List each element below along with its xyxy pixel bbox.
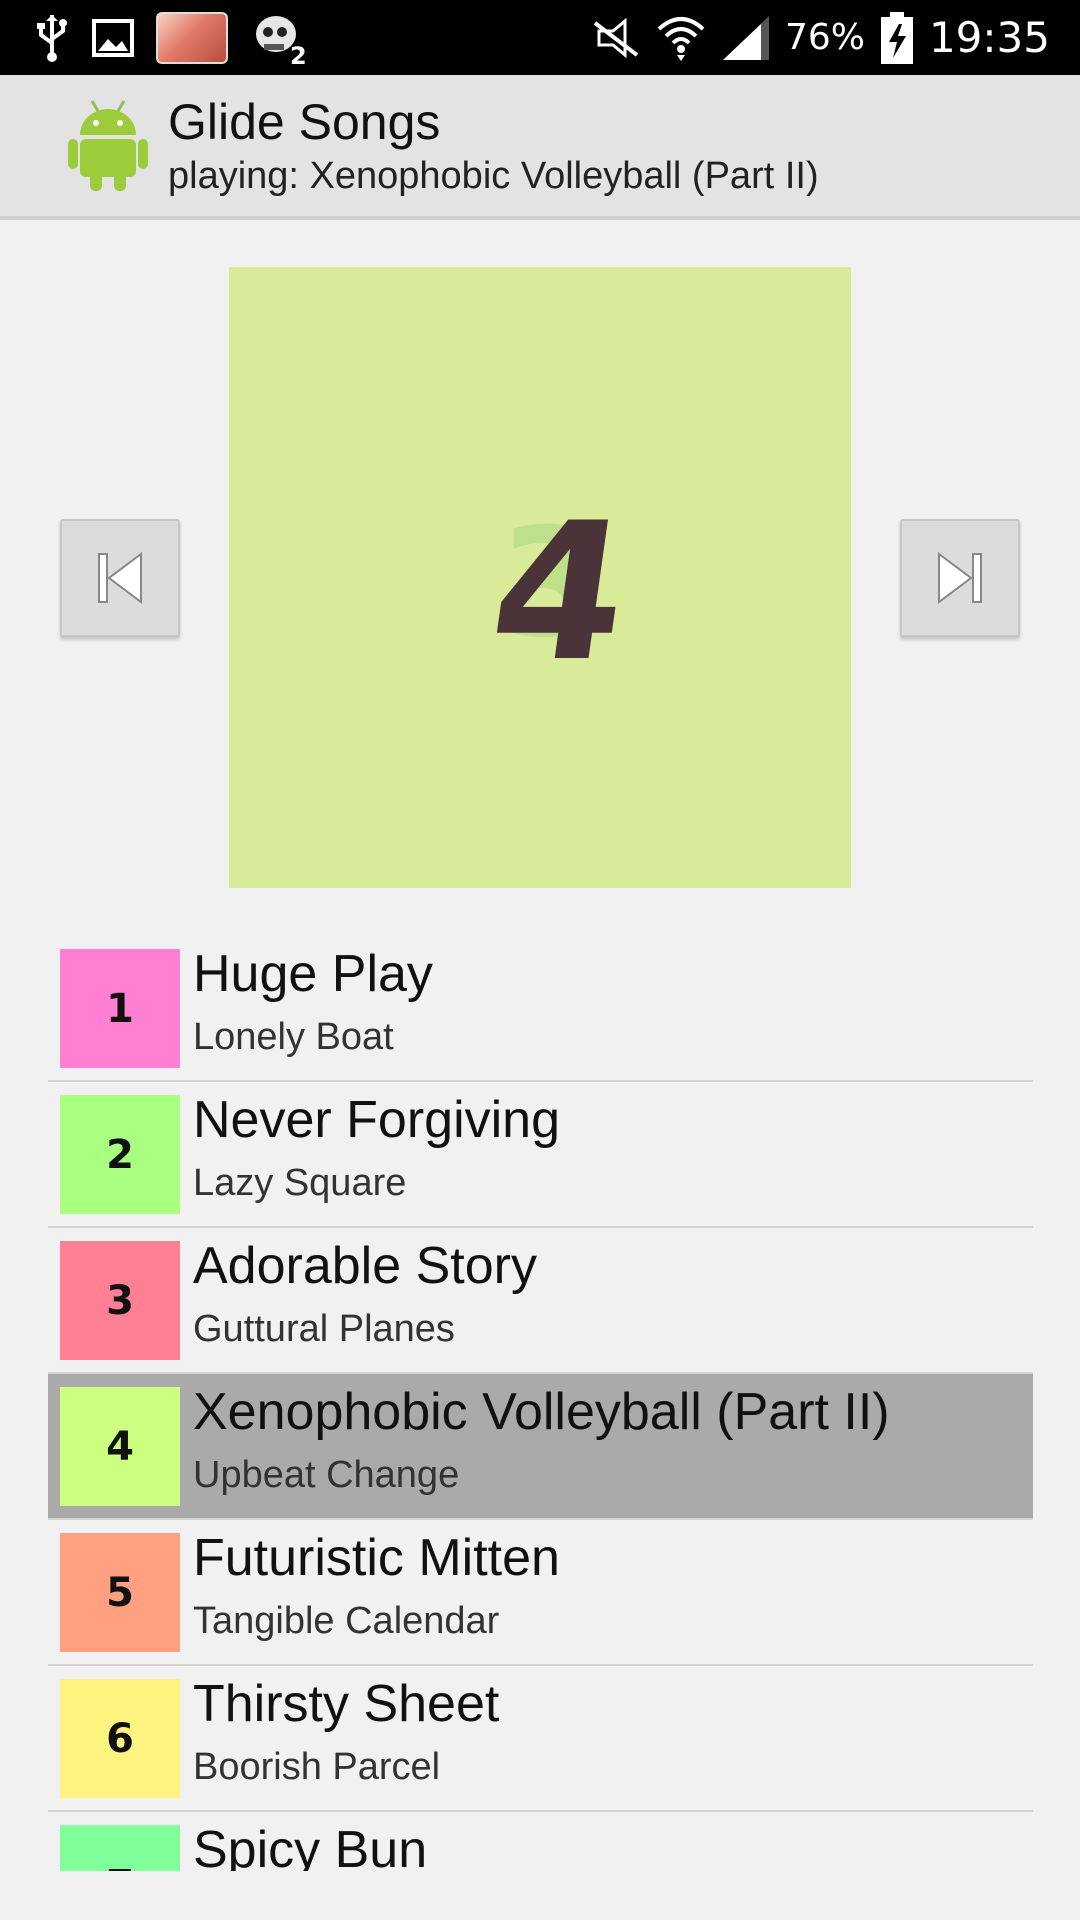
album-art[interactable]: 3 4 <box>229 267 851 888</box>
svg-text:2: 2 <box>290 42 307 66</box>
song-title: Adorable Story <box>193 1237 537 1295</box>
status-bar-notifications: 2 <box>34 10 308 66</box>
song-artist: Upbeat Change <box>193 1454 460 1496</box>
song-number-swatch: 2 <box>60 1095 180 1214</box>
song-number-swatch: 3 <box>60 1241 180 1360</box>
skip-previous-icon <box>98 552 142 604</box>
song-title: Huge Play <box>193 945 433 1003</box>
action-bar: Glide Songs playing: Xenophobic Volleyba… <box>0 75 1080 220</box>
song-title: Never Forgiving <box>193 1091 561 1149</box>
song-row[interactable]: 1 Huge Play Lonely Boat <box>48 936 1033 1082</box>
song-number-swatch: 6 <box>60 1679 180 1798</box>
song-artist: Lazy Square <box>193 1162 407 1204</box>
song-row[interactable]: 3 Adorable Story Guttural Planes <box>48 1228 1033 1374</box>
song-row[interactable]: 6 Thirsty Sheet Boorish Parcel <box>48 1666 1033 1812</box>
notification-thumbnail <box>156 12 228 64</box>
song-artist: Tangible Calendar <box>193 1600 500 1642</box>
zombie-game-icon: 2 <box>256 16 307 66</box>
usb-icon <box>37 15 67 62</box>
song-artist: Guttural Planes <box>193 1308 455 1350</box>
next-button[interactable] <box>900 519 1020 637</box>
wifi-icon <box>657 16 705 61</box>
skip-next-icon <box>938 552 982 604</box>
battery-charging-icon <box>880 11 913 64</box>
clock: 19:35 <box>928 13 1050 62</box>
song-number-swatch: 5 <box>60 1533 180 1652</box>
song-artist: Boorish Parcel <box>193 1746 441 1788</box>
song-artist: Lonely Boat <box>193 1016 394 1058</box>
status-bar: 2 76% 19:35 <box>0 0 1080 75</box>
battery-percent: 76% <box>784 17 865 58</box>
song-row[interactable]: 2 Never Forgiving Lazy Square <box>48 1082 1033 1228</box>
song-row[interactable]: 7 Spicy Bun <box>48 1812 1033 1871</box>
song-title: Xenophobic Volleyball (Part II) <box>193 1383 890 1441</box>
now-playing-subtitle: playing: Xenophobic Volleyball (Part II) <box>168 155 819 197</box>
signal-icon <box>722 15 769 60</box>
song-row[interactable]: 5 Futuristic Mitten Tangible Calendar <box>48 1520 1033 1666</box>
song-number-swatch: 1 <box>60 949 180 1068</box>
song-title: Thirsty Sheet <box>193 1675 500 1733</box>
song-number-swatch: 4 <box>60 1387 180 1506</box>
status-bar-system: 76% 19:35 <box>591 0 1050 75</box>
android-robot-icon[interactable] <box>66 97 150 193</box>
mute-icon <box>593 17 639 58</box>
song-number-swatch: 7 <box>60 1825 180 1871</box>
previous-button[interactable] <box>60 519 180 637</box>
song-title: Spicy Bun <box>193 1821 428 1871</box>
song-list[interactable]: 1 Huge Play Lonely Boat 2 Never Forgiving Laz… <box>48 936 1033 1871</box>
song-row[interactable]: 4 Xenophobic Volleyball (Part II) Upbeat C… <box>48 1374 1033 1520</box>
song-title: Futuristic Mitten <box>193 1529 560 1587</box>
app-title: Glide Songs <box>168 94 441 150</box>
image-icon <box>92 19 134 57</box>
